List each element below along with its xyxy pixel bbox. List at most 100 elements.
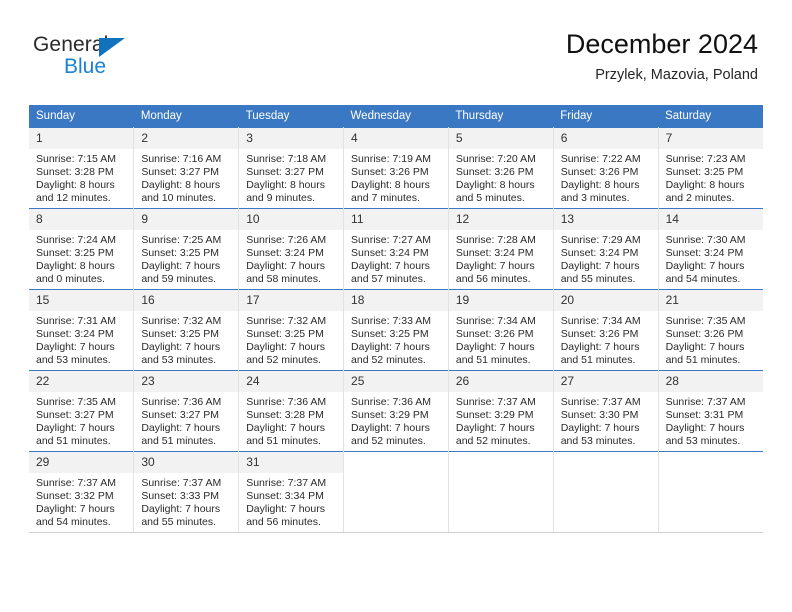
day-cell[interactable]: 9 Sunrise: 7:25 AM Sunset: 3:25 PM Dayli…	[133, 208, 240, 290]
sunrise-text: Sunrise: 7:24 AM	[36, 234, 116, 246]
daylight-text-cont: and 52 minutes.	[246, 354, 321, 367]
brand-word-general: General	[33, 33, 109, 56]
daylight-text: Daylight: 7 hours	[141, 503, 221, 516]
day-number: 13	[553, 209, 658, 230]
day-cell[interactable]: 7 Sunrise: 7:23 AM Sunset: 3:25 PM Dayli…	[658, 127, 763, 209]
day-number: 22	[29, 371, 134, 392]
weekday-header-row: Sunday Monday Tuesday Wednesday Thursday…	[29, 105, 763, 128]
day-cell[interactable]: 18 Sunrise: 7:33 AM Sunset: 3:25 PM Dayl…	[343, 289, 449, 371]
day-number: 27	[553, 371, 658, 392]
day-cell[interactable]: 23 Sunrise: 7:36 AM Sunset: 3:27 PM Dayl…	[133, 370, 240, 452]
day-cell[interactable]: 12 Sunrise: 7:28 AM Sunset: 3:24 PM Dayl…	[448, 208, 554, 290]
day-cell[interactable]: 30 Sunrise: 7:37 AM Sunset: 3:33 PM Dayl…	[133, 451, 240, 533]
sunset-text: Sunset: 3:30 PM	[560, 409, 639, 422]
day-details: Sunrise: 7:37 AM Sunset: 3:33 PM Dayligh…	[134, 473, 238, 529]
day-number: 24	[239, 371, 344, 392]
sunrise-text: Sunrise: 7:18 AM	[246, 153, 327, 165]
daylight-text: Daylight: 8 hours	[246, 179, 325, 192]
day-cell[interactable]: 21 Sunrise: 7:35 AM Sunset: 3:26 PM Dayl…	[658, 289, 763, 371]
sunrise-text: Sunrise: 7:37 AM	[36, 477, 116, 489]
sunrise-text: Sunrise: 7:28 AM	[455, 234, 536, 246]
day-cell[interactable]: 11 Sunrise: 7:27 AM Sunset: 3:24 PM Dayl…	[343, 208, 449, 290]
day-cell[interactable]: 17 Sunrise: 7:32 AM Sunset: 3:25 PM Dayl…	[238, 289, 345, 371]
page-subtitle: Przylek, Mazovia, Poland	[595, 67, 758, 83]
day-cell[interactable]: 25 Sunrise: 7:36 AM Sunset: 3:29 PM Dayl…	[343, 370, 449, 452]
day-cell[interactable]: 1 Sunrise: 7:15 AM Sunset: 3:28 PM Dayli…	[29, 127, 135, 209]
weekday-header-thursday: Thursday	[448, 105, 554, 128]
day-cell[interactable]: 14 Sunrise: 7:30 AM Sunset: 3:24 PM Dayl…	[658, 208, 763, 290]
calendar-body: 1 Sunrise: 7:15 AM Sunset: 3:28 PM Dayli…	[29, 127, 763, 533]
sunset-text: Sunset: 3:29 PM	[455, 409, 534, 422]
brand-logo[interactable]: General Blue	[33, 33, 163, 81]
day-details: Sunrise: 7:30 AM Sunset: 3:24 PM Dayligh…	[659, 230, 763, 286]
sunrise-text: Sunrise: 7:30 AM	[665, 234, 746, 246]
day-details: Sunrise: 7:36 AM Sunset: 3:27 PM Dayligh…	[134, 392, 238, 448]
daylight-text-cont: and 9 minutes.	[246, 192, 316, 205]
daylight-text-cont: and 55 minutes.	[141, 516, 217, 529]
daylight-text-cont: and 59 minutes.	[141, 273, 217, 286]
day-cell[interactable]: 13 Sunrise: 7:29 AM Sunset: 3:24 PM Dayl…	[553, 208, 659, 290]
sunrise-text: Sunrise: 7:35 AM	[665, 315, 746, 327]
day-cell[interactable]: 26 Sunrise: 7:37 AM Sunset: 3:29 PM Dayl…	[448, 370, 554, 452]
daylight-text: Daylight: 7 hours	[455, 341, 535, 354]
sunset-text: Sunset: 3:24 PM	[560, 247, 639, 260]
day-cell[interactable]: 16 Sunrise: 7:32 AM Sunset: 3:25 PM Dayl…	[133, 289, 240, 371]
daylight-text: Daylight: 8 hours	[141, 179, 221, 192]
day-number	[344, 452, 448, 473]
day-cell[interactable]: 5 Sunrise: 7:20 AM Sunset: 3:26 PM Dayli…	[448, 127, 554, 209]
day-number: 3	[239, 128, 344, 149]
day-cell[interactable]: 4 Sunrise: 7:19 AM Sunset: 3:26 PM Dayli…	[343, 127, 449, 209]
daylight-text: Daylight: 7 hours	[455, 260, 535, 273]
daylight-text: Daylight: 7 hours	[351, 341, 430, 354]
daylight-text: Daylight: 7 hours	[455, 422, 535, 435]
day-cell[interactable]: 15 Sunrise: 7:31 AM Sunset: 3:24 PM Dayl…	[29, 289, 135, 371]
day-cell[interactable]: 27 Sunrise: 7:37 AM Sunset: 3:30 PM Dayl…	[553, 370, 659, 452]
day-details: Sunrise: 7:32 AM Sunset: 3:25 PM Dayligh…	[134, 311, 238, 367]
page-title: December 2024	[565, 29, 758, 59]
day-number: 5	[448, 128, 553, 149]
day-cell[interactable]: 6 Sunrise: 7:22 AM Sunset: 3:26 PM Dayli…	[553, 127, 659, 209]
sunrise-text: Sunrise: 7:37 AM	[455, 396, 536, 408]
daylight-text: Daylight: 7 hours	[560, 341, 640, 354]
day-cell[interactable]: 8 Sunrise: 7:24 AM Sunset: 3:25 PM Dayli…	[29, 208, 135, 290]
daylight-text-cont: and 51 minutes.	[665, 354, 741, 367]
daylight-text: Daylight: 7 hours	[141, 422, 221, 435]
day-details: Sunrise: 7:34 AM Sunset: 3:26 PM Dayligh…	[554, 311, 658, 367]
day-cell[interactable]: 28 Sunrise: 7:37 AM Sunset: 3:31 PM Dayl…	[658, 370, 763, 452]
day-details: Sunrise: 7:32 AM Sunset: 3:25 PM Dayligh…	[239, 311, 343, 367]
day-cell[interactable]: 29 Sunrise: 7:37 AM Sunset: 3:32 PM Dayl…	[29, 451, 135, 533]
weekday-header-tuesday: Tuesday	[238, 105, 344, 128]
sunset-text: Sunset: 3:24 PM	[455, 247, 534, 260]
day-number: 10	[239, 209, 344, 230]
day-details: Sunrise: 7:35 AM Sunset: 3:27 PM Dayligh…	[29, 392, 133, 448]
sunset-text: Sunset: 3:25 PM	[141, 247, 219, 260]
day-cell[interactable]: 20 Sunrise: 7:34 AM Sunset: 3:26 PM Dayl…	[553, 289, 659, 371]
sunset-text: Sunset: 3:28 PM	[36, 166, 114, 179]
day-details: Sunrise: 7:22 AM Sunset: 3:26 PM Dayligh…	[554, 149, 658, 205]
day-number	[448, 452, 553, 473]
day-cell[interactable]: 10 Sunrise: 7:26 AM Sunset: 3:24 PM Dayl…	[238, 208, 345, 290]
sunrise-text: Sunrise: 7:36 AM	[351, 396, 431, 408]
day-number: 19	[448, 290, 553, 311]
day-number: 1	[29, 128, 134, 149]
weekday-header-friday: Friday	[553, 105, 659, 128]
daylight-text: Daylight: 7 hours	[665, 422, 745, 435]
day-cell[interactable]: 24 Sunrise: 7:36 AM Sunset: 3:28 PM Dayl…	[238, 370, 345, 452]
daylight-text-cont: and 52 minutes.	[351, 435, 426, 448]
day-cell[interactable]: 2 Sunrise: 7:16 AM Sunset: 3:27 PM Dayli…	[133, 127, 240, 209]
daylight-text-cont: and 53 minutes.	[141, 354, 217, 367]
day-cell[interactable]: 22 Sunrise: 7:35 AM Sunset: 3:27 PM Dayl…	[29, 370, 135, 452]
daylight-text-cont: and 52 minutes.	[455, 435, 531, 448]
sunrise-text: Sunrise: 7:32 AM	[246, 315, 327, 327]
sunset-text: Sunset: 3:24 PM	[351, 247, 429, 260]
daylight-text-cont: and 2 minutes.	[665, 192, 735, 205]
sunrise-text: Sunrise: 7:23 AM	[665, 153, 746, 165]
sunrise-text: Sunrise: 7:36 AM	[141, 396, 222, 408]
day-cell[interactable]: 31 Sunrise: 7:37 AM Sunset: 3:34 PM Dayl…	[238, 451, 345, 533]
day-cell[interactable]: 3 Sunrise: 7:18 AM Sunset: 3:27 PM Dayli…	[238, 127, 345, 209]
day-details: Sunrise: 7:23 AM Sunset: 3:25 PM Dayligh…	[659, 149, 763, 205]
daylight-text-cont: and 54 minutes.	[665, 273, 741, 286]
day-cell-empty	[658, 451, 763, 533]
day-cell[interactable]: 19 Sunrise: 7:34 AM Sunset: 3:26 PM Dayl…	[448, 289, 554, 371]
week-row: 29 Sunrise: 7:37 AM Sunset: 3:32 PM Dayl…	[29, 451, 763, 533]
